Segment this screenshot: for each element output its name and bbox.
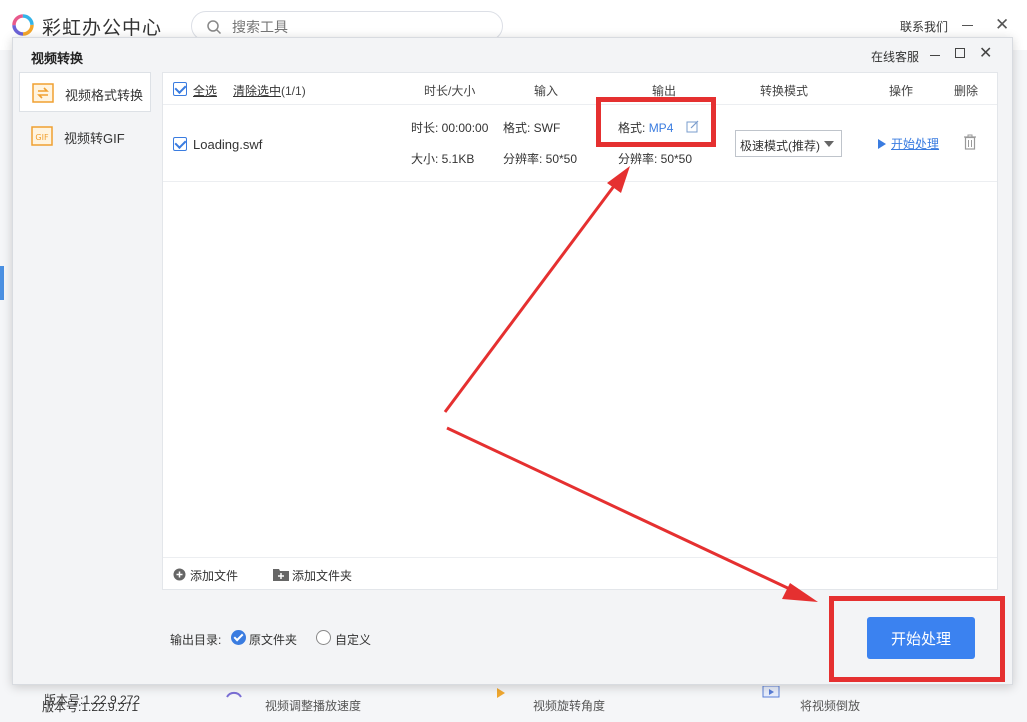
header-action: 操作: [889, 84, 914, 98]
gif-icon: GIF: [31, 126, 53, 146]
play-icon: [878, 139, 886, 149]
output-format-value[interactable]: MP4: [649, 121, 674, 135]
row-start-process-link[interactable]: 开始处理: [878, 135, 939, 152]
mode-select-value: 极速模式(推荐): [740, 139, 820, 153]
tool-speed-label[interactable]: 视频调整播放速度: [265, 697, 361, 714]
output-format[interactable]: 格式: MP4: [618, 119, 673, 136]
sidebar-item-label: 视频格式转换: [65, 88, 144, 103]
rainbow-logo-icon: [12, 14, 34, 36]
tool-reverse-label[interactable]: 将视频倒放: [800, 697, 860, 714]
select-all-link[interactable]: 全选: [193, 82, 217, 99]
chevron-down-icon: [824, 141, 834, 147]
app-title: 彩虹办公中心: [42, 18, 163, 39]
mode-select[interactable]: 极速模式(推荐): [735, 130, 842, 157]
clear-selected-link[interactable]: 清除选中: [233, 84, 281, 98]
input-resolution: 分辨率: 50*50: [503, 152, 578, 166]
video-convert-dialog: 视频转换 在线客服 ✕ 视频格式转换 GIF 视频转GIF 版本号:1.22.9…: [12, 37, 1013, 707]
add-folder-button[interactable]: 添加文件夹: [292, 567, 352, 584]
file-duration: 时长: 00:00:00: [411, 121, 489, 135]
dialog-maximize-button[interactable]: [955, 48, 965, 58]
radio-original-folder[interactable]: [231, 630, 246, 645]
header-mode: 转换模式: [760, 84, 809, 98]
search-input[interactable]: [232, 17, 482, 37]
header-input: 输入: [534, 84, 559, 98]
search-icon: [207, 20, 222, 35]
table-row: Loading.swf 时长: 00:00:00 大小: 5.1KB 格式: S…: [163, 105, 997, 182]
output-resolution: 分辨率: 50*50: [618, 152, 693, 166]
file-actions-bar: 添加文件 添加文件夹: [163, 557, 997, 589]
sidebar-item-video-to-gif[interactable]: GIF 视频转GIF: [19, 116, 151, 156]
row-start-process-label: 开始处理: [891, 137, 940, 151]
tool-rotate-label[interactable]: 视频旋转角度: [533, 697, 605, 714]
sidebar-indicator: [0, 266, 4, 300]
reverse-icon: [762, 686, 780, 698]
add-folder-icon: [273, 569, 289, 581]
add-file-button[interactable]: 添加文件: [190, 567, 238, 584]
row-checkbox[interactable]: [173, 137, 187, 151]
selected-count: (1/1): [281, 84, 306, 98]
output-format-label: 格式:: [618, 121, 646, 135]
radio-custom-folder[interactable]: [316, 630, 331, 645]
header-output: 输出: [652, 84, 677, 98]
dialog-close-button[interactable]: ✕: [979, 43, 992, 63]
file-list-panel: 全选 清除选中(1/1) 时长/大小 输入 输出 转换模式 操作 删除 Load…: [162, 72, 998, 590]
file-name: Loading.swf: [193, 137, 263, 152]
dialog-version: 版本号:1.22.9.272: [44, 693, 141, 707]
svg-text:GIF: GIF: [35, 133, 49, 142]
radio-original-folder-label[interactable]: 原文件夹: [249, 631, 297, 648]
input-format: 格式: SWF: [503, 121, 561, 135]
video-convert-icon: [32, 83, 54, 103]
table-header: 全选 清除选中(1/1) 时长/大小 输入 输出 转换模式 操作 删除: [163, 73, 997, 105]
speed-icon: [226, 691, 242, 698]
dialog-title: 视频转换: [31, 51, 84, 66]
select-all-checkbox[interactable]: [173, 82, 187, 96]
rotate-icon: [497, 688, 505, 698]
trash-icon[interactable]: [963, 134, 977, 150]
radio-custom-folder-label[interactable]: 自定义: [335, 631, 371, 648]
clear-selected[interactable]: 清除选中(1/1): [233, 82, 306, 99]
header-delete: 删除: [954, 84, 979, 98]
contact-us-link[interactable]: 联系我们: [900, 18, 948, 35]
dialog-minimize-button[interactable]: [930, 55, 940, 56]
output-dir-label: 输出目录:: [170, 633, 222, 647]
dialog-sidebar: 视频格式转换 GIF 视频转GIF 版本号:1.22.9.272: [19, 72, 153, 707]
minimize-button[interactable]: [962, 25, 973, 26]
sidebar-item-video-format-convert[interactable]: 视频格式转换: [19, 72, 151, 112]
edit-icon[interactable]: [686, 120, 699, 133]
file-size: 大小: 5.1KB: [411, 152, 475, 166]
start-process-button[interactable]: 开始处理: [867, 617, 975, 659]
background-footer: [0, 686, 1027, 722]
add-file-icon: [173, 568, 186, 581]
online-service-link[interactable]: 在线客服: [871, 48, 919, 65]
sidebar-item-label: 视频转GIF: [64, 131, 125, 146]
header-duration-size: 时长/大小: [424, 84, 476, 98]
close-button[interactable]: ✕: [995, 16, 1009, 33]
